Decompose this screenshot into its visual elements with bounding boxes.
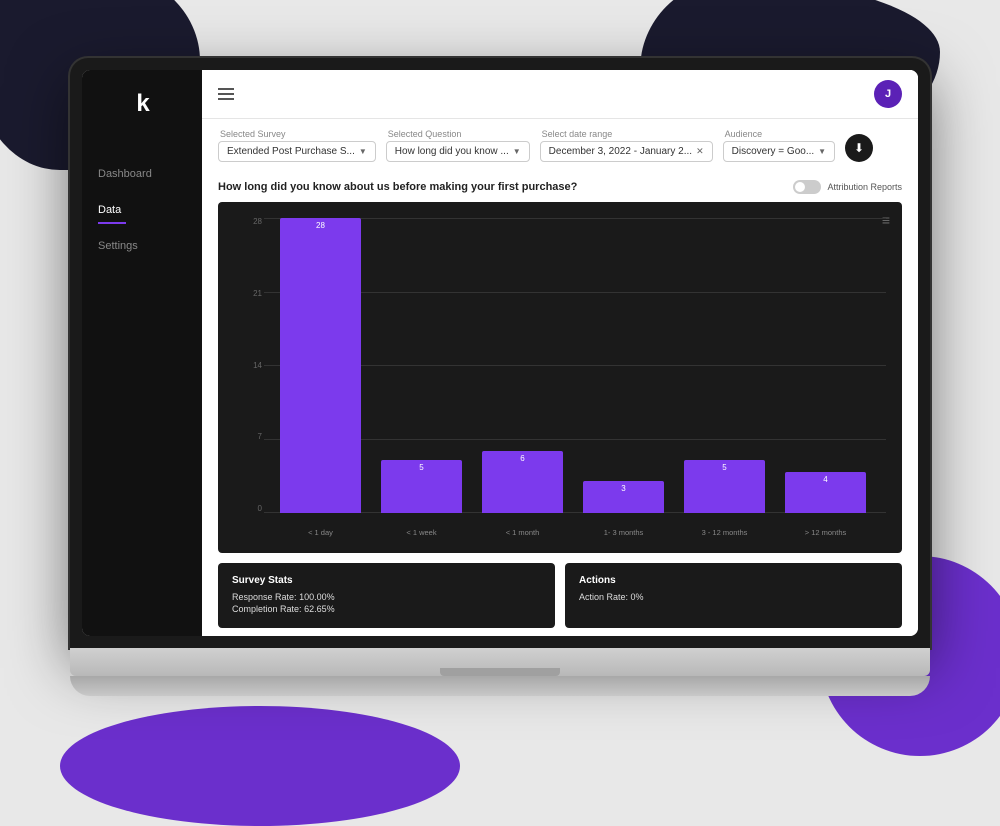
action-rate-value: 0%	[631, 592, 644, 602]
y-axis-labels: 28 21 14 7 0	[234, 218, 262, 513]
bar-value-1-3-months: 3	[621, 484, 625, 493]
top-bar: J	[202, 70, 918, 119]
question-title: How long did you know about us before ma…	[218, 181, 577, 193]
attribution-label: Attribution Reports	[827, 182, 902, 192]
laptop-screen-outer: k Dashboard Data Settings	[70, 58, 930, 648]
y-label-28: 28	[253, 218, 262, 226]
hamburger-menu-button[interactable]	[218, 88, 234, 100]
sidebar-item-settings[interactable]: Settings	[82, 230, 202, 262]
bar-lt-1-month: 6	[482, 451, 563, 513]
question-title-bar: How long did you know about us before ma…	[202, 172, 918, 202]
sidebar-item-dashboard[interactable]: Dashboard	[82, 158, 202, 190]
y-label-0: 0	[258, 505, 262, 513]
bar-group-3-12-months: 5	[684, 218, 765, 513]
date-range-filter: Select date range December 3, 2022 - Jan…	[540, 129, 713, 162]
audience-select[interactable]: Discovery = Goo... ▼	[723, 141, 835, 162]
audience-filter: Audience Discovery = Goo... ▼	[723, 129, 835, 162]
x-label-lt-1-month: < 1 month	[482, 528, 563, 537]
bar-value-lt-1-month: 6	[520, 454, 524, 463]
chevron-down-icon: ▼	[513, 147, 521, 156]
selected-survey-label: Selected Survey	[218, 129, 376, 139]
response-rate-row: Response Rate: 100.00%	[232, 592, 541, 602]
actions-stats-title: Actions	[579, 575, 888, 586]
action-rate-label: Action Rate:	[579, 592, 628, 602]
x-label-1-3-months: 1- 3 months	[583, 528, 664, 537]
laptop-foot	[70, 676, 930, 696]
y-label-21: 21	[253, 290, 262, 298]
selected-question-value: How long did you know ...	[395, 146, 509, 157]
survey-stats-title: Survey Stats	[232, 575, 541, 586]
response-rate-value: 100.00%	[299, 592, 335, 602]
response-rate-label: Response Rate:	[232, 592, 297, 602]
selected-question-select[interactable]: How long did you know ... ▼	[386, 141, 530, 162]
x-label-lt-1-week: < 1 week	[381, 528, 462, 537]
main-content: J Selected Survey Extended Post Purchase…	[202, 70, 918, 636]
selected-question-label: Selected Question	[386, 129, 530, 139]
laptop-screen-inner: k Dashboard Data Settings	[82, 70, 918, 636]
date-range-select[interactable]: December 3, 2022 - January 2... ✕	[540, 141, 713, 162]
sidebar: k Dashboard Data Settings	[82, 70, 202, 636]
close-icon[interactable]: ✕	[696, 146, 704, 157]
chart-area: ≡ 28 21 14 7 0	[218, 202, 902, 553]
date-range-label: Select date range	[540, 129, 713, 139]
bar-group-lt-1-month: 6	[482, 218, 563, 513]
x-label-gt-12-months: > 12 months	[785, 528, 866, 537]
bar-gt-12-months: 4	[785, 472, 866, 513]
laptop-shell: k Dashboard Data Settings	[70, 58, 930, 738]
selected-question-filter: Selected Question How long did you know …	[386, 129, 530, 162]
bar-value-gt-12-months: 4	[823, 475, 827, 484]
attribution-toggle: Attribution Reports	[793, 180, 902, 194]
chart-grid: 28 21 14 7 0	[234, 218, 886, 537]
actions-stats-card: Actions Action Rate: 0%	[565, 563, 902, 628]
completion-rate-value: 62.65%	[304, 604, 335, 614]
y-label-14: 14	[253, 362, 262, 370]
sidebar-logo: k	[136, 90, 147, 118]
bar-1-3-months: 3	[583, 481, 664, 513]
laptop-base	[70, 648, 930, 676]
audience-label: Audience	[723, 129, 835, 139]
chevron-down-icon: ▼	[818, 147, 826, 156]
sidebar-nav: Dashboard Data Settings	[82, 158, 202, 262]
bar-value-lt-1-day: 28	[316, 221, 325, 230]
y-label-7: 7	[258, 433, 262, 441]
user-avatar[interactable]: J	[874, 80, 902, 108]
selected-survey-select[interactable]: Extended Post Purchase S... ▼	[218, 141, 376, 162]
selected-survey-value: Extended Post Purchase S...	[227, 146, 355, 157]
x-axis-labels: < 1 day < 1 week < 1 month 1- 3 months 3…	[270, 528, 876, 537]
date-range-value: December 3, 2022 - January 2...	[549, 146, 692, 157]
attribution-toggle-switch[interactable]	[793, 180, 821, 194]
survey-stats-card: Survey Stats Response Rate: 100.00% Comp…	[218, 563, 555, 628]
bar-lt-1-week: 5	[381, 460, 462, 513]
x-label-lt-1-day: < 1 day	[280, 528, 361, 537]
x-label-3-12-months: 3 - 12 months	[684, 528, 765, 537]
bar-value-3-12-months: 5	[722, 463, 726, 472]
bottom-stats: Survey Stats Response Rate: 100.00% Comp…	[218, 563, 902, 628]
chevron-down-icon: ▼	[359, 147, 367, 156]
bar-3-12-months: 5	[684, 460, 765, 513]
filters-row: Selected Survey Extended Post Purchase S…	[202, 119, 918, 172]
completion-rate-label: Completion Rate:	[232, 604, 302, 614]
bar-group-1-3-months: 3	[583, 218, 664, 513]
bar-group-gt-12-months: 4	[785, 218, 866, 513]
bar-value-lt-1-week: 5	[419, 463, 423, 472]
bar-group-lt-1-day: 28	[280, 218, 361, 513]
completion-rate-row: Completion Rate: 62.65%	[232, 604, 541, 614]
bars-container: 28 5 6	[270, 218, 876, 513]
bar-lt-1-day: 28	[280, 218, 361, 513]
action-rate-row: Action Rate: 0%	[579, 592, 888, 602]
selected-survey-filter: Selected Survey Extended Post Purchase S…	[218, 129, 376, 162]
download-button[interactable]: ⬇	[845, 134, 873, 162]
sidebar-item-data[interactable]: Data	[82, 194, 202, 226]
download-icon: ⬇	[854, 141, 864, 155]
bar-group-lt-1-week: 5	[381, 218, 462, 513]
audience-value: Discovery = Goo...	[732, 146, 815, 157]
